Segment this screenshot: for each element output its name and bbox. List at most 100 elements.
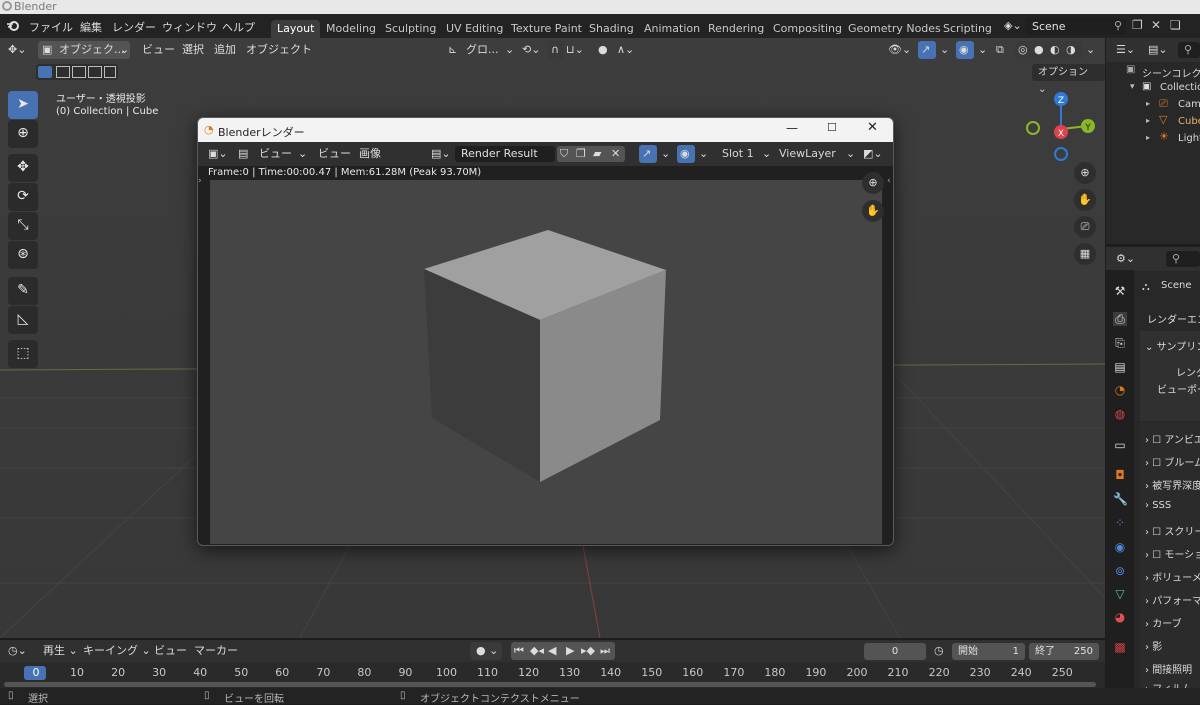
particles-tab-icon[interactable]: ⁘ (1113, 516, 1127, 530)
menu-playback[interactable]: 再生 ⌄ (43, 642, 78, 660)
rendered-shading-icon[interactable]: ◑ (1066, 41, 1076, 59)
scene-collection-label[interactable]: シーンコレク (1142, 65, 1200, 80)
section-sss[interactable]: › SSS (1145, 500, 1200, 511)
view-layer-dropdown[interactable]: ViewLayer (773, 146, 857, 162)
xray-icon[interactable]: ⧉ (996, 41, 1004, 59)
render-result-canvas[interactable] (210, 180, 882, 544)
visibility-icon[interactable]: 👁⌄ (888, 41, 911, 59)
section-volumetrics[interactable]: › ボリューメ (1145, 569, 1200, 584)
scene-name-field[interactable]: Scene (1026, 18, 1126, 35)
transform-tool[interactable]: ⊛ (8, 241, 38, 269)
pan-hand-icon[interactable]: ✋ (862, 200, 884, 222)
measure-tool[interactable]: ◺ (8, 306, 38, 334)
outliner-item-light[interactable]: Light (1178, 133, 1200, 144)
tab-rendering[interactable]: Rendering (702, 20, 770, 38)
clock-icon[interactable]: ◷⌄ (8, 642, 27, 660)
tool-tab-icon[interactable]: ⚒ (1113, 284, 1127, 298)
start-frame-field[interactable]: 開始 1 (952, 643, 1025, 660)
fake-user-icon[interactable]: ⛉ (560, 145, 568, 163)
display-channels-icon[interactable]: ◩⌄ (863, 145, 883, 163)
folder-icon[interactable]: ▰ (593, 145, 601, 163)
menu-edit[interactable]: 編集 (80, 19, 102, 35)
section-indirect-lighting[interactable]: › 間接照明 (1145, 661, 1200, 676)
menu-object[interactable]: オブジェクト (246, 41, 312, 59)
zoom-icon[interactable]: ⊕ (1074, 162, 1096, 184)
sampling-section[interactable]: ⌄ サンプリン (1145, 338, 1200, 353)
image-browse-icon[interactable]: ▤⌄ (431, 145, 451, 163)
editor-type-icon[interactable]: ✥⌄ (8, 41, 26, 59)
tab-layout[interactable]: Layout (271, 20, 321, 38)
chevron-down-icon[interactable]: ⌄ (978, 41, 987, 59)
select-intersect-icon[interactable] (104, 66, 116, 78)
data-tab-icon[interactable]: ▽ (1113, 587, 1127, 601)
chevron-right-icon[interactable]: ▸ (1146, 99, 1150, 108)
chevron-right-icon[interactable]: ▸ (1146, 116, 1150, 125)
menu-marker[interactable]: マーカー (194, 642, 238, 660)
section-motion-blur[interactable]: › ☐ モーショ (1145, 546, 1200, 561)
sidebar-expand-icon[interactable]: ‹ (887, 176, 891, 186)
play-icon[interactable]: ▶ (566, 642, 574, 660)
collection-label[interactable]: Collection (1160, 82, 1200, 93)
timeline-scrollbar[interactable] (4, 682, 1096, 687)
material-tab-icon[interactable]: ◕ (1113, 610, 1127, 624)
unlink-icon[interactable]: ✕ (611, 145, 620, 163)
search-icon[interactable]: ⚲ (1178, 42, 1200, 58)
chevron-right-icon[interactable]: ▸ (1146, 133, 1150, 142)
select-invert-icon[interactable] (88, 66, 102, 78)
object-tab-icon[interactable]: ◘ (1113, 468, 1127, 482)
pan-hand-icon[interactable]: ✋ (1074, 189, 1096, 211)
view-layer-tab-icon[interactable]: ▤ (1113, 360, 1127, 374)
maximize-icon[interactable]: ☐ (827, 121, 837, 134)
collection-tab-icon[interactable]: ▭ (1113, 438, 1127, 452)
select-tool[interactable]: ➤ (8, 91, 38, 119)
section-screen-space-reflections[interactable]: › ☐ スクリー (1145, 523, 1200, 538)
pin-icon[interactable]: ⚲ (1114, 19, 1122, 32)
prev-keyframe-icon[interactable]: ◆◂ (530, 642, 544, 660)
perspective-toggle-icon[interactable]: ▦ (1074, 243, 1096, 265)
play-reverse-icon[interactable]: ◀ (548, 642, 556, 660)
menu-help[interactable]: ヘルプ (222, 19, 255, 35)
section-shadows[interactable]: › 影 (1145, 638, 1200, 653)
tab-uv-editing[interactable]: UV Editing (440, 20, 509, 38)
section-depth-of-field[interactable]: › 被写界深度 (1145, 477, 1200, 492)
output-tab-icon[interactable]: ⎘ (1113, 336, 1127, 350)
tab-sculpting[interactable]: Sculpting (379, 20, 442, 38)
menu-view[interactable]: ビュー (142, 41, 175, 59)
section-curves[interactable]: › カーブ (1145, 615, 1200, 630)
jump-start-icon[interactable]: ⏮ (514, 642, 524, 660)
menu-add[interactable]: 追加 (214, 41, 236, 59)
transform-orientation[interactable]: グロ... (466, 41, 499, 59)
menu-select[interactable]: 選択 (182, 41, 204, 59)
transform-orientation-icon[interactable]: ⊾ (448, 41, 457, 59)
menu-file[interactable]: ファイル (29, 19, 73, 35)
image-mode-icon[interactable]: ▤ (238, 145, 248, 163)
scale-tool[interactable]: ⤡ (8, 212, 38, 240)
remove-scene-icon[interactable]: ✕ (1151, 18, 1161, 32)
menu-render[interactable]: レンダー (112, 19, 156, 35)
menu-window[interactable]: ウィンドウ (162, 19, 217, 35)
modifier-tab-icon[interactable]: 🔧 (1113, 492, 1128, 506)
proportional-icon[interactable]: ● (598, 41, 608, 59)
copy-scene-icon[interactable]: ❐ (1132, 18, 1143, 32)
tab-geometry-nodes[interactable]: Geometry Nodes (842, 20, 947, 38)
editor-type-icon[interactable]: ⚙⌄ (1116, 250, 1135, 268)
pivot-icon[interactable]: ⟲⌄ (522, 41, 540, 59)
scene-selector-icon[interactable]: ◈⌄ (1004, 19, 1022, 33)
minimize-icon[interactable]: — (786, 121, 798, 135)
chevron-down-icon[interactable]: ⌄ (1086, 41, 1095, 59)
solid-shading-icon[interactable]: ● (1034, 41, 1044, 59)
next-keyframe-icon[interactable]: ▸◆ (581, 642, 595, 660)
section-ambient-occlusion[interactable]: › ☐ アンビエ (1145, 431, 1200, 446)
select-extend-icon[interactable] (56, 66, 70, 78)
display-mode-icon[interactable]: ▤⌄ (1148, 41, 1168, 59)
viewlayer-icon[interactable]: ❏ (1170, 18, 1181, 32)
chevron-down-icon[interactable]: ▾ (1130, 82, 1135, 92)
tab-texture-paint[interactable]: Texture Paint (505, 20, 588, 38)
menu-view[interactable]: ビュー (318, 145, 351, 163)
menu-image[interactable]: 画像 (359, 145, 381, 163)
add-cube-tool[interactable]: ⬚ (8, 340, 38, 368)
cursor-tool[interactable]: ⊕ (8, 120, 38, 148)
rotate-tool[interactable]: ⟳ (8, 183, 38, 211)
image-name-field[interactable]: Render Result (455, 146, 555, 162)
editor-type-icon[interactable]: ▣⌄ (208, 145, 228, 163)
